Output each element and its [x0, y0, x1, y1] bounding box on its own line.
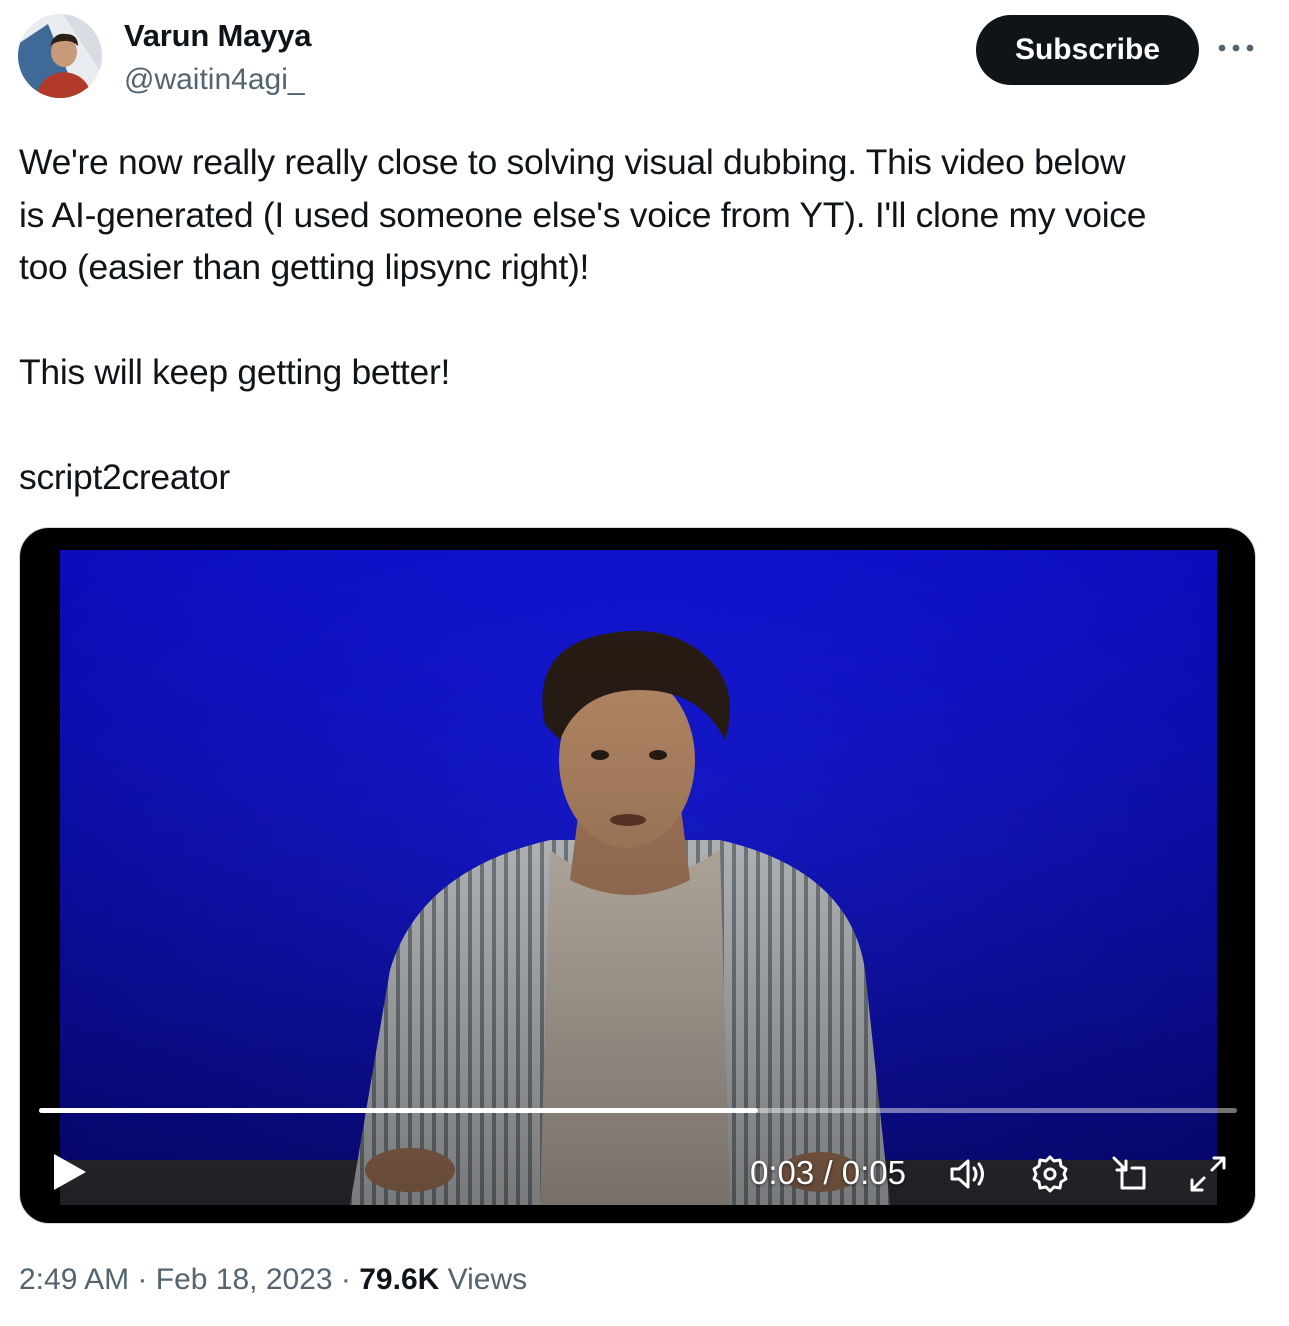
tweet-time[interactable]: 2:49 AM — [19, 1263, 129, 1296]
tweet-line: is AI-generated (I used someone else's v… — [19, 194, 1147, 235]
tweet-line: too (easier than getting lipsync right)! — [19, 247, 590, 287]
progress-fill — [39, 1108, 758, 1113]
play-icon[interactable] — [50, 1150, 90, 1194]
time-current: 0:03 — [750, 1154, 815, 1191]
picture-in-picture-icon[interactable] — [1108, 1152, 1152, 1196]
views-count: 79.6K — [359, 1263, 440, 1296]
video-frame[interactable] — [60, 550, 1217, 1205]
subscribe-button[interactable]: Subscribe — [976, 15, 1199, 85]
time-readout: 0:03 / 0:05 — [750, 1154, 906, 1192]
video-thumbnail — [60, 550, 1217, 1205]
author-handle[interactable]: @waitin4agi_ — [124, 63, 305, 97]
author-name[interactable]: Varun Mayya — [124, 18, 312, 54]
time-separator: / — [814, 1154, 842, 1191]
video-player[interactable]: 0:03 / 0:05 — [19, 527, 1256, 1224]
tweet-line: This will keep getting better! — [19, 352, 451, 392]
meta-separator: · — [332, 1263, 360, 1296]
progress-bar[interactable] — [39, 1108, 1237, 1113]
time-total: 0:05 — [841, 1154, 906, 1191]
views-label: Views — [447, 1263, 528, 1296]
tweet-line: We're now really really close to solving… — [19, 142, 1126, 182]
tweet-date[interactable]: Feb 18, 2023 — [156, 1263, 333, 1296]
tweet-text: We're now really really close to solving… — [19, 136, 1269, 504]
volume-icon[interactable] — [946, 1152, 990, 1196]
author-avatar[interactable] — [18, 14, 102, 98]
tweet-meta: 2:49 AM · Feb 18, 2023 · 79.6K Views — [19, 1263, 527, 1297]
settings-icon[interactable] — [1028, 1152, 1072, 1196]
more-horizontal-icon[interactable] — [1216, 30, 1256, 66]
tweet-line: script2creator — [19, 457, 230, 497]
fullscreen-icon[interactable] — [1186, 1152, 1230, 1196]
avatar-image — [18, 14, 102, 98]
meta-separator: · — [129, 1263, 156, 1296]
